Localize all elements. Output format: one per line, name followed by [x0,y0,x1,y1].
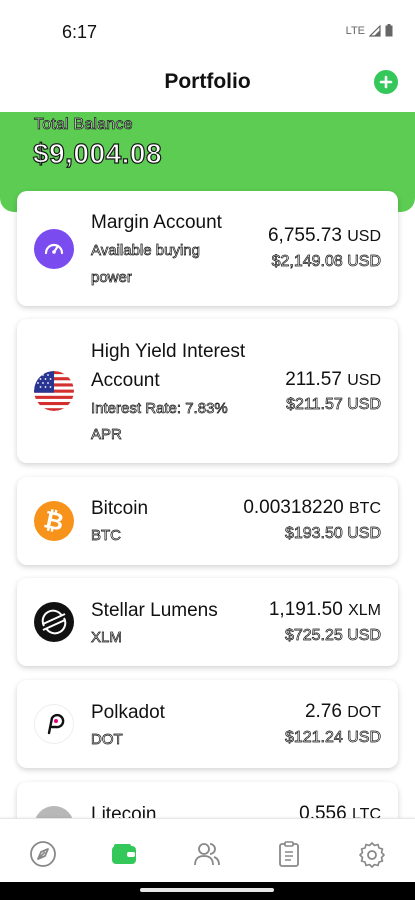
gauge-icon [34,229,74,269]
account-subtitle-cont: APR [91,426,123,444]
battery-icon [385,24,393,37]
bottom-nav [0,818,415,888]
account-amount: 2.76 DOT [305,701,381,723]
account-name: High Yield Interest [91,341,246,362]
bitcoin-icon: ₿ [34,501,74,541]
account-subtitle: BTC [91,527,122,545]
account-name: Bitcoin [91,498,149,519]
amount-value: 2.76 [304,701,342,722]
wallet-icon [112,844,136,864]
account-amount: 211.57 USD [285,369,381,391]
account-subtitle: XLM [91,629,123,647]
account-usd-value: $725.25 USD [284,627,382,645]
signal-icon [369,24,381,37]
app-header: Portfolio [0,62,415,112]
amount-unit: USD [347,372,381,389]
page-title: Portfolio [164,70,251,93]
account-card-margin[interactable]: Margin Account Available buying power 6,… [17,191,398,306]
account-usd-value: $121.24 USD [284,729,382,747]
nav-people[interactable] [192,839,222,869]
status-indicators: LTE [346,24,393,37]
clipboard-icon [279,841,299,867]
amount-value: 211.57 [285,369,342,390]
account-usd-value: $2,149.08 USD [271,253,381,271]
account-amount: 1,191.50 XLM [269,599,381,621]
amount-unit: USD [347,228,381,245]
plus-icon [379,75,393,89]
stellar-icon [34,602,74,642]
add-button[interactable] [374,70,398,94]
account-subtitle-cont: power [91,269,133,287]
home-indicator[interactable] [140,888,274,892]
nav-wallet[interactable] [109,839,139,869]
account-amount: 6,755.73 USD [268,225,381,247]
account-card-high-yield[interactable]: High Yield Interest Account Interest Rat… [17,319,398,463]
account-name: Stellar Lumens [91,600,218,621]
account-amount: 0.00318220 BTC [243,497,381,519]
status-bar: 6:17 LTE [0,0,415,62]
settings-icon [359,842,385,868]
account-card-bitcoin[interactable]: ₿ Bitcoin BTC 0.00318220 BTC $193.50 USD [17,477,398,565]
account-name: Margin Account [91,212,222,233]
nav-explore[interactable] [28,839,58,869]
total-balance-value: $9,004.08 [32,137,163,169]
amount-value: 0.00318220 [243,497,344,518]
network-label: LTE [345,24,365,37]
us-flag-icon [34,371,74,411]
account-subtitle: Available buying [91,242,201,260]
amount-value: 6,755.73 [267,225,342,246]
amount-unit: BTC [349,500,381,517]
account-name: Polkadot [91,702,165,723]
polkadot-icon [34,704,74,744]
account-card-stellar[interactable]: Stellar Lumens XLM 1,191.50 XLM $725.25 … [17,578,398,666]
status-time: 6:17 [62,22,98,42]
account-usd-value: $211.57 USD [286,396,382,414]
people-icon [194,843,220,866]
account-name-cont: Account [91,370,160,391]
nav-settings[interactable] [357,839,387,869]
total-balance-label: Total Balance [34,116,133,134]
nav-activity[interactable] [274,839,304,869]
explore-icon [30,841,56,867]
system-gesture-bar [0,882,415,900]
account-card-polkadot[interactable]: Polkadot DOT 2.76 DOT $121.24 USD [17,680,398,768]
amount-value: 1,191.50 [268,599,343,620]
amount-unit: XLM [348,602,381,619]
account-usd-value: $193.50 USD [284,525,382,543]
account-subtitle: Interest Rate: 7.83% [91,400,228,418]
amount-unit: DOT [347,704,381,721]
account-subtitle: DOT [91,731,123,749]
